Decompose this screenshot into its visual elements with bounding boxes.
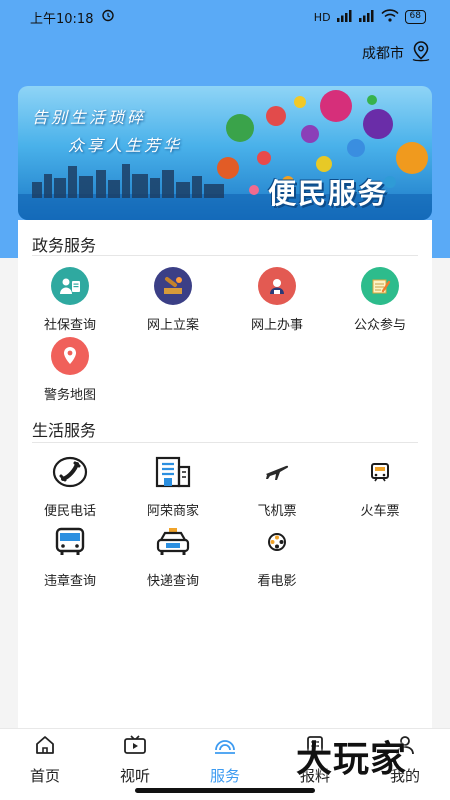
public-participation-icon [360, 266, 400, 306]
online-filing-icon [153, 266, 193, 306]
tab-home[interactable]: 首页 [0, 735, 90, 786]
status-bar: 上午10:18 HD 68 [0, 0, 450, 34]
services-card: 政务服务 社保查询 网上立案 网上办事 公众参与 警务地图 生活服务 便民电话 … [18, 220, 432, 730]
taxi-icon [153, 522, 193, 562]
home-indicator[interactable] [135, 788, 315, 793]
life-divider [32, 442, 418, 443]
tab-label: 视听 [119, 767, 150, 785]
film-reel-icon [257, 522, 297, 562]
gov-item-police-map[interactable]: 警务地图 [18, 336, 122, 403]
gov-item-social-security[interactable]: 社保查询 [18, 266, 122, 333]
home-icon [34, 735, 56, 759]
gov-item-label: 警务地图 [43, 388, 96, 403]
life-item-label: 便民电话 [43, 504, 96, 519]
location-pin-icon [410, 40, 432, 66]
life-item-label: 飞机票 [257, 504, 297, 519]
bus-icon [50, 522, 90, 562]
video-icon [123, 735, 147, 759]
life-item-phone[interactable]: 便民电话 [18, 452, 122, 519]
gov-item-online-affairs[interactable]: 网上办事 [225, 266, 329, 333]
gov-item-label: 网上办事 [250, 318, 303, 333]
life-item-express[interactable]: 快递查询 [121, 522, 225, 589]
life-item-label: 火车票 [360, 504, 400, 519]
gov-item-public-participation[interactable]: 公众参与 [328, 266, 432, 333]
banner-slogan-1: 告别生活琐碎 [32, 108, 147, 127]
gov-divider [32, 255, 418, 256]
life-section-title: 生活服务 [32, 421, 97, 440]
wifi-icon [380, 9, 399, 25]
tab-label: 首页 [29, 767, 60, 785]
promo-banner[interactable]: 告别生活琐碎 众享人生芳华 便民服务 [18, 86, 432, 220]
airplane-icon [257, 452, 297, 492]
alarm-icon [101, 8, 115, 26]
life-item-movie[interactable]: 看电影 [225, 522, 329, 589]
life-item-label: 阿荣商家 [146, 504, 199, 519]
social-security-icon [50, 266, 90, 306]
gov-section-title: 政务服务 [32, 236, 97, 255]
signal-icon-2 [358, 9, 375, 25]
gov-item-label: 网上立案 [146, 318, 199, 333]
banner-title: 便民服务 [267, 177, 388, 210]
life-item-label: 看电影 [257, 574, 297, 589]
train-icon [360, 452, 400, 492]
tab-service[interactable]: 服务 [180, 735, 270, 786]
gov-item-label: 公众参与 [353, 318, 406, 333]
life-item-shop[interactable]: 阿荣商家 [121, 452, 225, 519]
location-selector[interactable]: 成都市 [362, 40, 432, 66]
shop-building-icon [153, 452, 193, 492]
status-time: 上午10:18 [30, 11, 94, 27]
signal-icon [336, 9, 353, 25]
battery-indicator: 68 [404, 10, 426, 24]
banner-slogan-2: 众享人生芳华 [68, 136, 183, 155]
gov-item-online-filing[interactable]: 网上立案 [121, 266, 225, 333]
life-item-label: 快递查询 [146, 574, 199, 589]
watermark: 大玩家 [296, 738, 408, 780]
online-affairs-icon [257, 266, 297, 306]
police-map-icon [50, 336, 90, 376]
life-item-violation[interactable]: 违章查询 [18, 522, 122, 589]
tab-video[interactable]: 视听 [90, 735, 180, 786]
tab-label: 服务 [209, 767, 240, 785]
service-icon [213, 735, 237, 759]
life-item-train[interactable]: 火车票 [328, 452, 432, 519]
hd-signal-label: HD [313, 10, 331, 24]
life-item-label: 违章查询 [43, 574, 96, 589]
gov-item-label: 社保查询 [43, 318, 96, 333]
phone-icon [50, 452, 90, 492]
life-item-flight[interactable]: 飞机票 [225, 452, 329, 519]
city-label: 成都市 [362, 46, 404, 62]
